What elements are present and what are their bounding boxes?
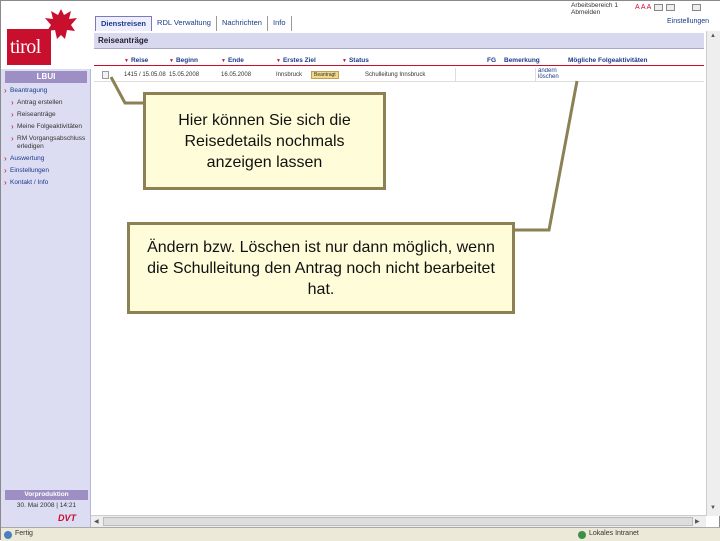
details-callout: Hier können Sie sich die Reisedetails no… — [143, 92, 386, 190]
sidebar-item-auswertung[interactable]: Auswertung — [4, 155, 90, 163]
scroll-up-icon[interactable]: ▲ — [710, 33, 716, 39]
logo: tirol — [1, 1, 91, 69]
brand-logo-text: tirol — [7, 29, 51, 65]
scroll-thumb[interactable] — [103, 517, 693, 526]
sidebar-item-reiseantraege[interactable]: Reiseanträge — [11, 111, 90, 119]
sidebar-item-kontakt[interactable]: Kontakt / Info — [4, 179, 90, 187]
settings-link[interactable]: Einstellungen — [667, 18, 709, 25]
col-ende[interactable]: Ende — [221, 55, 276, 65]
browser-window: tirol LBUI Beantragung Antrag erstellen … — [0, 0, 720, 541]
cell-ende: 16.05.2008 — [221, 72, 252, 78]
title-bar: Reiseanträge — [94, 33, 704, 49]
scroll-left-icon[interactable]: ◀ — [94, 518, 99, 525]
sidebar-item-folgeaktivitaeten[interactable]: Meine Folgeaktivitäten — [11, 123, 90, 131]
col-status[interactable]: Status — [342, 55, 487, 65]
workspace-label: Arbeitsbereich 1 — [571, 2, 618, 9]
scroll-right-icon[interactable]: ▶ — [695, 518, 700, 525]
server-date: 30. Mai 2008 | 14:21 — [16, 502, 77, 509]
delete-link[interactable]: löschen — [538, 74, 666, 80]
font-size-switch[interactable]: A A A — [635, 4, 651, 11]
col-beginn[interactable]: Beginn — [169, 55, 221, 65]
toolbar: A A A — [635, 4, 702, 11]
vertical-scrollbar[interactable]: ▲ ▼ — [706, 31, 720, 516]
detail-cell — [94, 68, 124, 81]
section-title: LBUI — [5, 71, 87, 83]
cell-status: Beantragt — [311, 68, 365, 81]
col-fg: FG — [487, 57, 497, 64]
close-icon[interactable] — [692, 4, 702, 11]
table-row: 1415 / 15.05.08 15.05.2008 16.05.2008 In… — [94, 68, 704, 82]
globe-icon — [578, 531, 586, 539]
cell-bemerkung — [455, 68, 536, 81]
cell-reise: 1415 / 15.05.08 — [124, 72, 166, 78]
col-bemerkung: Bemerkung — [504, 57, 540, 64]
edit-callout: Ändern bzw. Löschen ist nur dann möglich… — [127, 222, 515, 314]
dvt-logo: DVT — [58, 513, 76, 523]
main-tabs: Dienstreisen RDL Verwaltung Nachrichten … — [95, 16, 292, 32]
user-box: Arbeitsbereich 1 Abmelden — [571, 2, 618, 16]
page-title: Reiseanträge — [98, 36, 149, 45]
print-icon[interactable] — [654, 4, 664, 11]
sidebar-item-beantragung[interactable]: Beantragung — [4, 87, 90, 95]
table-header: Reise Beginn Ende Erstes Ziel Status FG … — [94, 55, 704, 66]
sidebar: tirol LBUI Beantragung Antrag erstellen … — [1, 1, 91, 528]
status-text: Fertig — [15, 530, 33, 537]
scroll-down-icon[interactable]: ▼ — [710, 505, 716, 511]
col-actions: Mögliche Folgeaktivitäten — [568, 57, 648, 64]
cell-ziel: Innsbruck — [276, 72, 303, 78]
sidebar-nav: Beantragung Antrag erstellen Reiseanträg… — [4, 87, 90, 191]
status-badge: Beantragt — [311, 71, 339, 79]
browser-icon — [4, 531, 12, 539]
window-icon[interactable] — [666, 4, 676, 11]
horizontal-scrollbar[interactable]: ◀ ▶ — [91, 515, 706, 527]
tab-info[interactable]: Info — [268, 16, 292, 32]
col-ziel[interactable]: Erstes Ziel — [276, 55, 342, 65]
environment-label: Vorproduktion — [5, 490, 88, 500]
sidebar-item-antrag-erstellen[interactable]: Antrag erstellen — [11, 99, 90, 107]
security-zone: Lokales Intranet — [589, 530, 639, 537]
tab-nachrichten[interactable]: Nachrichten — [217, 16, 268, 32]
details-icon[interactable] — [102, 71, 109, 79]
top-header: Dienstreisen RDL Verwaltung Nachrichten … — [91, 1, 720, 32]
tab-dienstreisen[interactable]: Dienstreisen — [95, 16, 153, 32]
sidebar-item-einstellungen[interactable]: Einstellungen — [4, 167, 90, 175]
sidebar-item-vorgangsabschluss[interactable]: RM Vorgangsabschluss erledigen — [11, 135, 90, 151]
tab-rdl-verwaltung[interactable]: RDL Verwaltung — [152, 16, 217, 32]
logout-link[interactable]: Abmelden — [571, 9, 618, 16]
col-reise[interactable]: Reise — [124, 55, 169, 65]
col-spacer — [94, 55, 124, 65]
cell-actions: ändern löschen — [536, 68, 666, 81]
status-bar: Fertig Lokales Intranet — [1, 527, 720, 541]
cell-beginn: 15.05.2008 — [169, 72, 200, 78]
cell-fg: Schulleitung Innsbruck — [365, 72, 426, 78]
